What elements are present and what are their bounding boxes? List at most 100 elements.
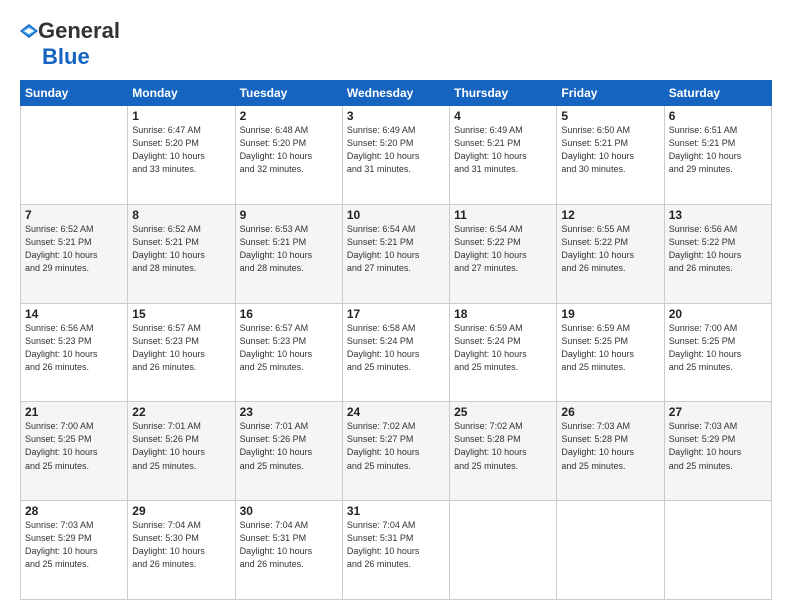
day-detail: Sunrise: 6:48 AM Sunset: 5:20 PM Dayligh… — [240, 124, 338, 176]
day-detail: Sunrise: 6:57 AM Sunset: 5:23 PM Dayligh… — [132, 322, 230, 374]
day-number: 7 — [25, 208, 123, 222]
calendar-cell: 28Sunrise: 7:03 AM Sunset: 5:29 PM Dayli… — [21, 501, 128, 600]
day-detail: Sunrise: 6:54 AM Sunset: 5:21 PM Dayligh… — [347, 223, 445, 275]
calendar-cell: 11Sunrise: 6:54 AM Sunset: 5:22 PM Dayli… — [450, 204, 557, 303]
day-number: 31 — [347, 504, 445, 518]
day-detail: Sunrise: 7:04 AM Sunset: 5:31 PM Dayligh… — [347, 519, 445, 571]
calendar-week-row: 7 Sunrise: 6:52 AM Sunset: 5:21 PM Daylig… — [21, 204, 772, 303]
day-detail: Sunrise: 7:04 AM Sunset: 5:30 PM Dayligh… — [132, 519, 230, 571]
calendar-cell: 6Sunrise: 6:51 AM Sunset: 5:21 PM Daylig… — [664, 106, 771, 205]
calendar-cell: 14Sunrise: 6:56 AM Sunset: 5:23 PM Dayli… — [21, 303, 128, 402]
calendar-cell: 10Sunrise: 6:54 AM Sunset: 5:21 PM Dayli… — [342, 204, 449, 303]
day-number: 14 — [25, 307, 123, 321]
day-number: 1 — [132, 109, 230, 123]
day-number: 27 — [669, 405, 767, 419]
day-detail: Sunrise: 7:03 AM Sunset: 5:28 PM Dayligh… — [561, 420, 659, 472]
day-detail: Sunrise: 6:50 AM Sunset: 5:21 PM Dayligh… — [561, 124, 659, 176]
day-detail: Sunrise: 7:01 AM Sunset: 5:26 PM Dayligh… — [132, 420, 230, 472]
day-detail: Sunrise: 7:03 AM Sunset: 5:29 PM Dayligh… — [669, 420, 767, 472]
day-detail: Sunrise: 6:49 AM Sunset: 5:20 PM Dayligh… — [347, 124, 445, 176]
calendar-cell: 19Sunrise: 6:59 AM Sunset: 5:25 PM Dayli… — [557, 303, 664, 402]
day-detail: Sunrise: 6:58 AM Sunset: 5:24 PM Dayligh… — [347, 322, 445, 374]
calendar-cell: 26Sunrise: 7:03 AM Sunset: 5:28 PM Dayli… — [557, 402, 664, 501]
day-number: 18 — [454, 307, 552, 321]
calendar-cell: 24Sunrise: 7:02 AM Sunset: 5:27 PM Dayli… — [342, 402, 449, 501]
day-number: 22 — [132, 405, 230, 419]
day-number: 11 — [454, 208, 552, 222]
day-number: 24 — [347, 405, 445, 419]
day-detail: Sunrise: 6:49 AM Sunset: 5:21 PM Dayligh… — [454, 124, 552, 176]
day-detail: Sunrise: 6:47 AM Sunset: 5:20 PM Dayligh… — [132, 124, 230, 176]
calendar-cell: 17Sunrise: 6:58 AM Sunset: 5:24 PM Dayli… — [342, 303, 449, 402]
weekday-header-row: SundayMondayTuesdayWednesdayThursdayFrid… — [21, 81, 772, 106]
day-number: 28 — [25, 504, 123, 518]
calendar-cell: 13Sunrise: 6:56 AM Sunset: 5:22 PM Dayli… — [664, 204, 771, 303]
day-number: 2 — [240, 109, 338, 123]
calendar-cell: 2Sunrise: 6:48 AM Sunset: 5:20 PM Daylig… — [235, 106, 342, 205]
calendar-cell: 30Sunrise: 7:04 AM Sunset: 5:31 PM Dayli… — [235, 501, 342, 600]
day-number: 23 — [240, 405, 338, 419]
weekday-header-cell: Sunday — [21, 81, 128, 106]
day-detail: Sunrise: 6:56 AM Sunset: 5:22 PM Dayligh… — [669, 223, 767, 275]
day-number: 21 — [25, 405, 123, 419]
calendar-cell: 15Sunrise: 6:57 AM Sunset: 5:23 PM Dayli… — [128, 303, 235, 402]
day-detail: Sunrise: 7:02 AM Sunset: 5:28 PM Dayligh… — [454, 420, 552, 472]
weekday-header-cell: Thursday — [450, 81, 557, 106]
day-number: 29 — [132, 504, 230, 518]
calendar-cell: 20Sunrise: 7:00 AM Sunset: 5:25 PM Dayli… — [664, 303, 771, 402]
day-detail: Sunrise: 6:55 AM Sunset: 5:22 PM Dayligh… — [561, 223, 659, 275]
day-detail: Sunrise: 6:59 AM Sunset: 5:25 PM Dayligh… — [561, 322, 659, 374]
calendar-cell: 16Sunrise: 6:57 AM Sunset: 5:23 PM Dayli… — [235, 303, 342, 402]
calendar-cell: 5Sunrise: 6:50 AM Sunset: 5:21 PM Daylig… — [557, 106, 664, 205]
calendar-cell: 9Sunrise: 6:53 AM Sunset: 5:21 PM Daylig… — [235, 204, 342, 303]
day-detail: Sunrise: 7:00 AM Sunset: 5:25 PM Dayligh… — [25, 420, 123, 472]
day-number: 26 — [561, 405, 659, 419]
calendar: SundayMondayTuesdayWednesdayThursdayFrid… — [20, 80, 772, 600]
weekday-header-cell: Tuesday — [235, 81, 342, 106]
day-number: 10 — [347, 208, 445, 222]
calendar-cell — [664, 501, 771, 600]
header: General Blue — [20, 18, 772, 70]
logo-general-text: General — [38, 18, 120, 44]
calendar-cell — [450, 501, 557, 600]
calendar-cell: 1Sunrise: 6:47 AM Sunset: 5:20 PM Daylig… — [128, 106, 235, 205]
weekday-header-cell: Saturday — [664, 81, 771, 106]
day-detail: Sunrise: 6:56 AM Sunset: 5:23 PM Dayligh… — [25, 322, 123, 374]
day-detail: Sunrise: 7:01 AM Sunset: 5:26 PM Dayligh… — [240, 420, 338, 472]
page: General Blue SundayMondayTuesdayWednesda… — [0, 0, 792, 612]
day-number: 20 — [669, 307, 767, 321]
day-number: 4 — [454, 109, 552, 123]
day-number: 16 — [240, 307, 338, 321]
calendar-cell: 31Sunrise: 7:04 AM Sunset: 5:31 PM Dayli… — [342, 501, 449, 600]
weekday-header-cell: Friday — [557, 81, 664, 106]
calendar-week-row: 21Sunrise: 7:00 AM Sunset: 5:25 PM Dayli… — [21, 402, 772, 501]
day-number: 6 — [669, 109, 767, 123]
calendar-cell: 29Sunrise: 7:04 AM Sunset: 5:30 PM Dayli… — [128, 501, 235, 600]
logo-blue-text: Blue — [42, 44, 90, 70]
day-detail: Sunrise: 6:59 AM Sunset: 5:24 PM Dayligh… — [454, 322, 552, 374]
calendar-cell: 21Sunrise: 7:00 AM Sunset: 5:25 PM Dayli… — [21, 402, 128, 501]
calendar-cell: 7Sunrise: 6:52 AM Sunset: 5:21 PM Daylig… — [21, 204, 128, 303]
calendar-cell: 18Sunrise: 6:59 AM Sunset: 5:24 PM Dayli… — [450, 303, 557, 402]
day-detail: Sunrise: 6:52 AM Sunset: 5:21 PM Dayligh… — [132, 223, 230, 275]
day-number: 13 — [669, 208, 767, 222]
calendar-cell: 23Sunrise: 7:01 AM Sunset: 5:26 PM Dayli… — [235, 402, 342, 501]
day-number: 12 — [561, 208, 659, 222]
calendar-week-row: 1Sunrise: 6:47 AM Sunset: 5:20 PM Daylig… — [21, 106, 772, 205]
calendar-cell: 3Sunrise: 6:49 AM Sunset: 5:20 PM Daylig… — [342, 106, 449, 205]
day-number: 25 — [454, 405, 552, 419]
calendar-cell: 8Sunrise: 6:52 AM Sunset: 5:21 PM Daylig… — [128, 204, 235, 303]
calendar-body: 1Sunrise: 6:47 AM Sunset: 5:20 PM Daylig… — [21, 106, 772, 600]
day-number: 19 — [561, 307, 659, 321]
day-detail: Sunrise: 6:51 AM Sunset: 5:21 PM Dayligh… — [669, 124, 767, 176]
day-detail: Sunrise: 7:00 AM Sunset: 5:25 PM Dayligh… — [669, 322, 767, 374]
day-detail: Sunrise: 6:53 AM Sunset: 5:21 PM Dayligh… — [240, 223, 338, 275]
calendar-cell: 22Sunrise: 7:01 AM Sunset: 5:26 PM Dayli… — [128, 402, 235, 501]
calendar-cell — [557, 501, 664, 600]
day-number: 17 — [347, 307, 445, 321]
weekday-header-cell: Monday — [128, 81, 235, 106]
calendar-cell — [21, 106, 128, 205]
weekday-header-cell: Wednesday — [342, 81, 449, 106]
day-detail: Sunrise: 6:54 AM Sunset: 5:22 PM Dayligh… — [454, 223, 552, 275]
logo: General Blue — [20, 18, 120, 70]
